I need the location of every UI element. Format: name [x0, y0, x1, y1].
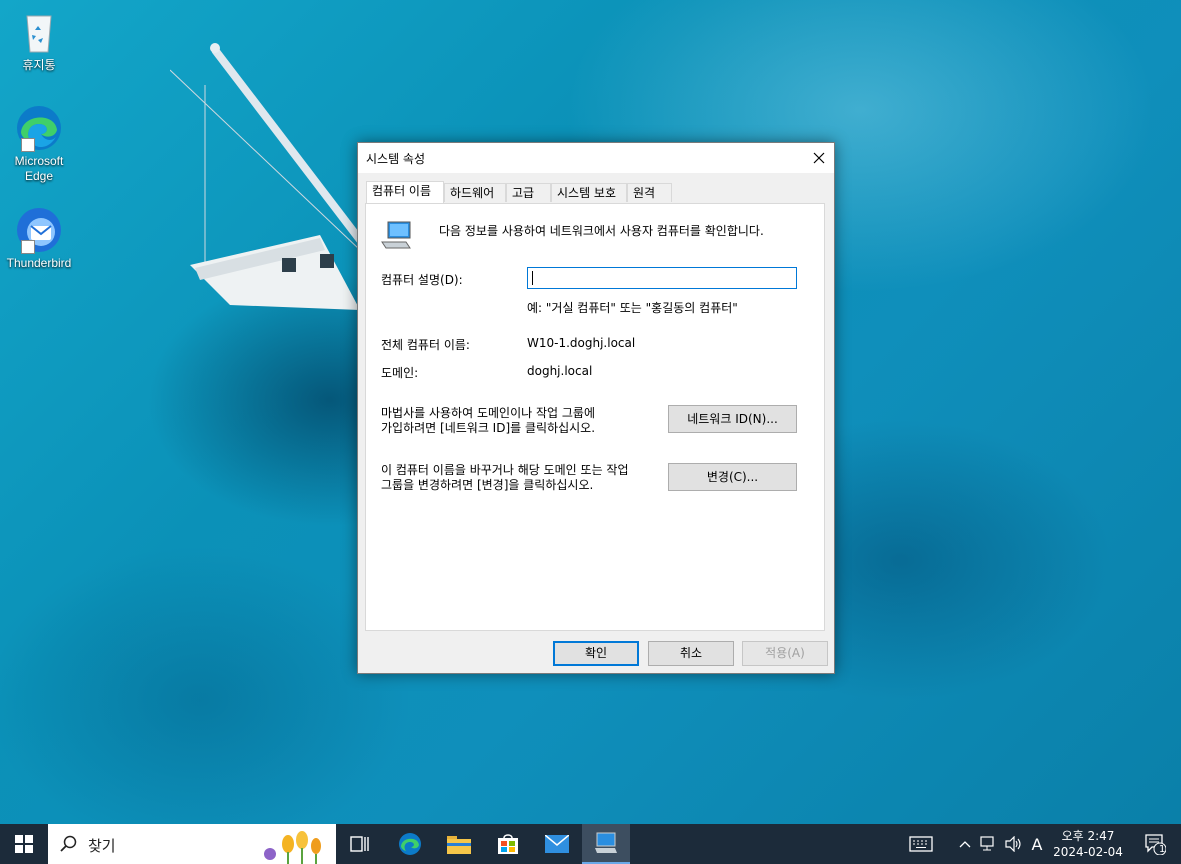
mail-icon — [545, 835, 569, 853]
start-button[interactable] — [0, 824, 48, 864]
dialog-titlebar[interactable]: 시스템 속성 — [358, 143, 834, 173]
keyboard-icon — [909, 836, 933, 852]
wallpaper-sailboat — [170, 43, 364, 310]
search-icon — [60, 835, 77, 852]
text-caret — [532, 271, 533, 285]
network-status-button[interactable] — [977, 824, 1001, 864]
task-view-button[interactable] — [336, 824, 384, 864]
desktop-icon-recycle-bin[interactable]: 휴지통 — [2, 8, 76, 73]
change-button[interactable]: 변경(C)... — [668, 463, 797, 491]
thunderbird-icon — [15, 206, 63, 254]
tab-remote[interactable]: 원격 — [627, 183, 672, 202]
system-properties-icon — [595, 832, 617, 853]
desktop-icon-label: 휴지통 — [22, 58, 56, 72]
network-id-description-line2: 가입하려면 [네트워크 ID]를 클릭하십시오. — [381, 421, 596, 435]
tab-computer-name[interactable]: 컴퓨터 이름 — [366, 181, 444, 203]
volume-button[interactable] — [1002, 824, 1026, 864]
desktop-icon-thunderbird[interactable]: Thunderbird — [2, 206, 76, 271]
store-icon — [498, 834, 518, 854]
taskbar-store-button[interactable] — [484, 824, 532, 864]
edge-icon — [399, 833, 421, 855]
description-input[interactable] — [527, 267, 797, 289]
taskbar-file-explorer-button[interactable] — [435, 824, 483, 864]
desktop-icon-label: Microsoft Edge — [14, 154, 64, 183]
speaker-icon — [1005, 836, 1021, 852]
close-button[interactable] — [804, 143, 834, 173]
shortcut-arrow-icon — [21, 240, 35, 254]
search-placeholder: 찾기 — [88, 837, 116, 855]
apply-button[interactable]: 적용(A) — [742, 641, 828, 666]
taskbar: 찾기 A 오후 2:47 2024-02-04 1 — [0, 824, 1181, 864]
tulip-illustration-icon — [264, 831, 321, 864]
tab-system-protection[interactable]: 시스템 보호 — [551, 183, 627, 202]
taskbar-search-box[interactable]: 찾기 — [48, 824, 336, 864]
computer-icon — [381, 221, 411, 249]
task-view-icon — [350, 836, 369, 852]
desktop-icon-microsoft-edge[interactable]: Microsoft Edge — [2, 104, 76, 184]
tab-hardware[interactable]: 하드웨어 — [444, 183, 506, 202]
intro-text: 다음 정보를 사용하여 네트워크에서 사용자 컴퓨터를 확인합니다. — [439, 224, 764, 238]
folder-icon — [447, 836, 471, 854]
network-id-button[interactable]: 네트워크 ID(N)... — [668, 405, 797, 433]
computer-name-panel: 다음 정보를 사용하여 네트워크에서 사용자 컴퓨터를 확인합니다. 컴퓨터 설… — [365, 203, 825, 631]
description-label: 컴퓨터 설명(D): — [381, 273, 463, 287]
full-name-label: 전체 컴퓨터 이름: — [381, 338, 470, 352]
taskbar-mail-button[interactable] — [533, 824, 581, 864]
recycle-bin-icon — [15, 8, 63, 56]
system-properties-dialog: 시스템 속성 컴퓨터 이름 하드웨어 고급 시스템 보호 원격 다음 정보를 사… — [357, 142, 835, 674]
notification-count-badge: 1 — [1159, 844, 1166, 855]
tab-advanced[interactable]: 고급 — [506, 183, 551, 202]
chevron-up-icon — [959, 841, 971, 848]
action-center-button[interactable]: 1 — [1132, 824, 1178, 864]
taskbar-edge-button[interactable] — [386, 824, 434, 864]
touch-keyboard-button[interactable] — [898, 824, 944, 864]
close-icon — [813, 152, 825, 164]
windows-logo-icon — [15, 835, 33, 853]
cancel-button[interactable]: 취소 — [648, 641, 734, 666]
full-name-value: W10-1.doghj.local — [527, 336, 636, 350]
domain-value: doghj.local — [527, 364, 593, 378]
clock-time[interactable]: 오후 2:47 — [1050, 827, 1126, 844]
dialog-title: 시스템 속성 — [366, 152, 426, 166]
edge-icon — [15, 104, 63, 152]
taskbar-system-properties-button[interactable] — [582, 824, 630, 864]
clock-date[interactable]: 2024-02-04 — [1050, 845, 1126, 859]
show-hidden-icons-button[interactable] — [954, 824, 976, 864]
ok-button[interactable]: 확인 — [553, 641, 639, 666]
change-description-line2: 그룹을 변경하려면 [변경]을 클릭하십시오. — [381, 478, 594, 492]
shortcut-arrow-icon — [21, 138, 35, 152]
network-icon — [980, 836, 994, 851]
description-example: 예: "거실 컴퓨터" 또는 "홍길동의 컴퓨터" — [527, 301, 738, 315]
ime-indicator[interactable]: A — [1026, 824, 1048, 864]
desktop-icon-label: Thunderbird — [6, 256, 72, 270]
domain-label: 도메인: — [381, 366, 419, 380]
